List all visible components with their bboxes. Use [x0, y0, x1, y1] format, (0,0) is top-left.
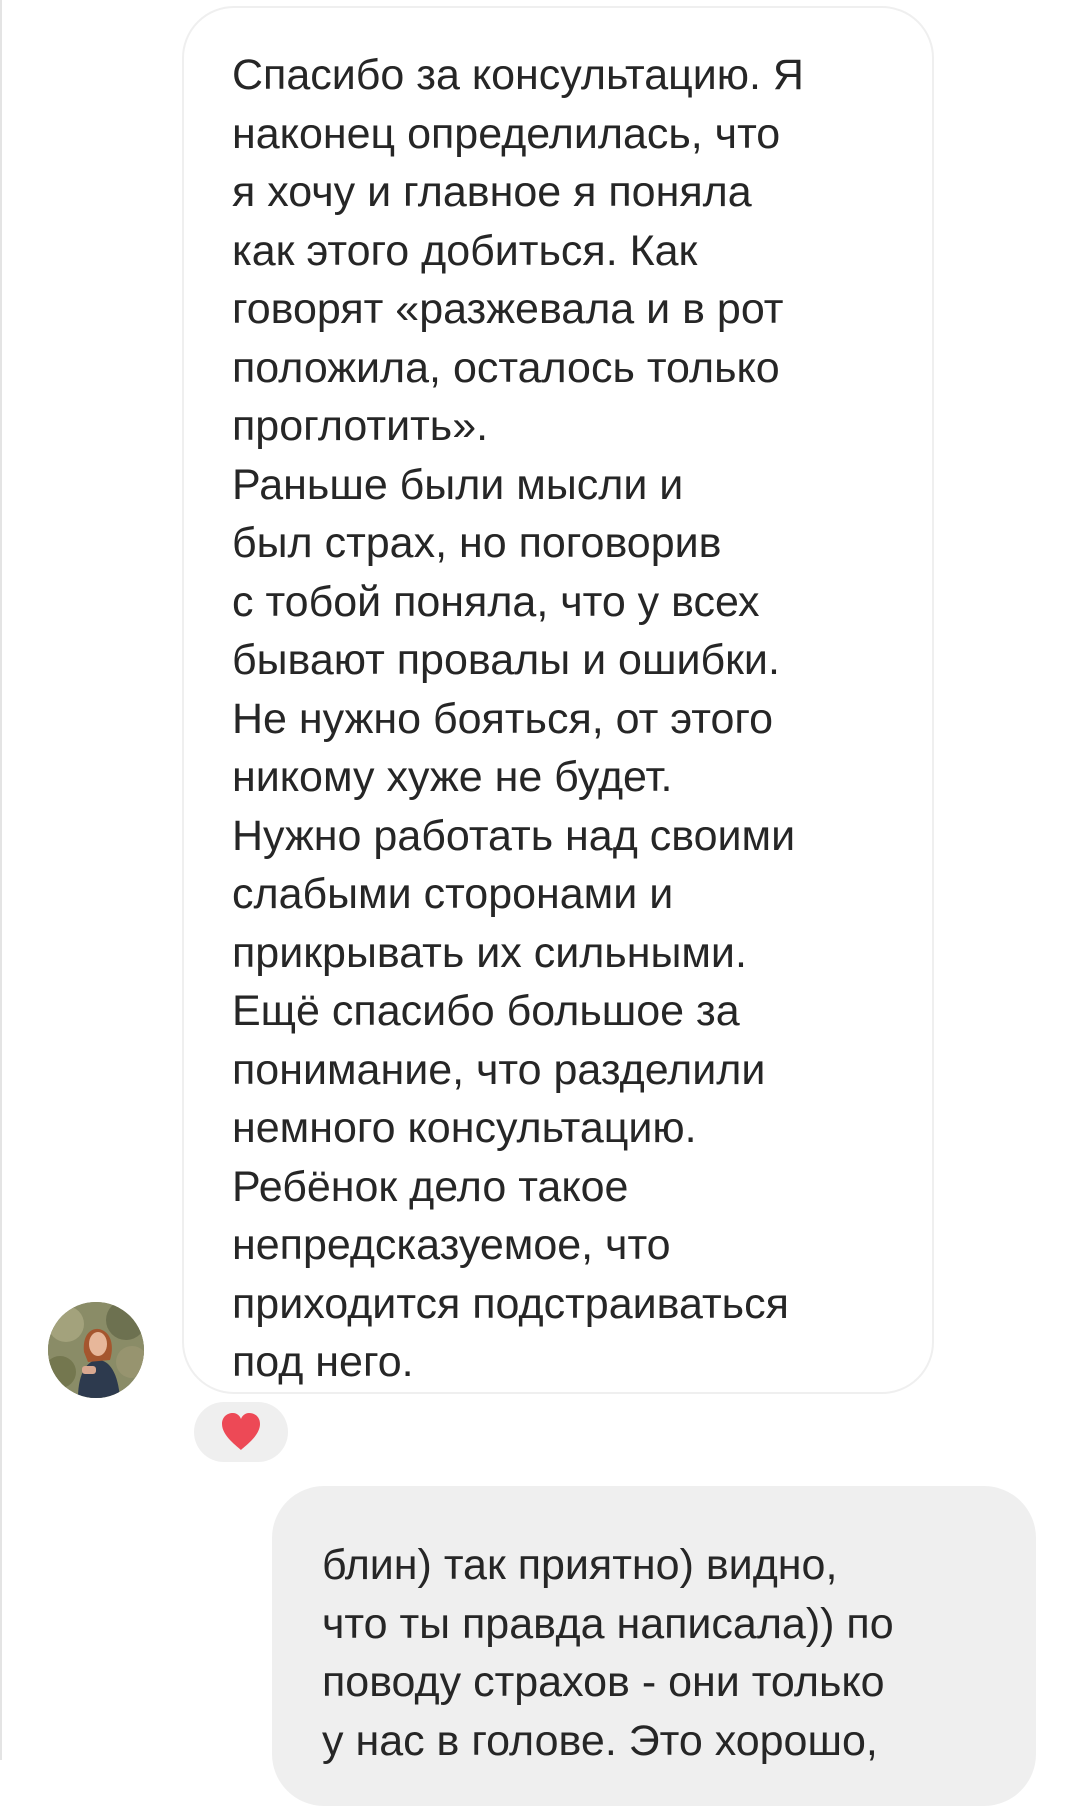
message-reaction[interactable] — [194, 1402, 288, 1462]
incoming-message-text: Спасибо за консультацию. Я наконец опред… — [232, 51, 804, 1386]
message-thread: Спасибо за консультацию. Я наконец опред… — [0, 0, 1080, 1806]
outgoing-message-text: блин) так приятно) видно, что ты правда … — [322, 1541, 894, 1765]
heart-icon — [222, 1413, 260, 1450]
screen-edge-divider — [0, 0, 2, 1760]
incoming-message-bubble[interactable]: Спасибо за консультацию. Я наконец опред… — [182, 6, 934, 1394]
outgoing-message-bubble[interactable]: блин) так приятно) видно, что ты правда … — [272, 1486, 1036, 1806]
sender-avatar[interactable] — [48, 1302, 144, 1398]
